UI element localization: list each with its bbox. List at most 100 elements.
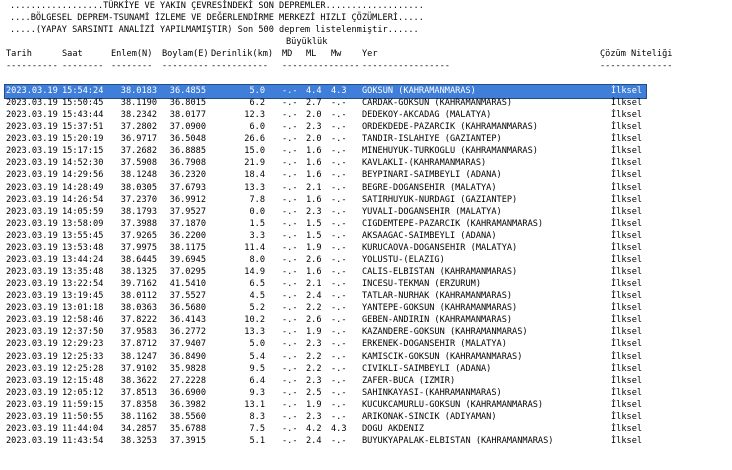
cell-location: YUVALI-DOGANSEHIR (MALATYA)	[362, 207, 502, 217]
cell-ml: 2.3	[306, 339, 322, 349]
cell-ml: 2.5	[306, 388, 322, 398]
cell-md: -.-	[282, 388, 298, 398]
cell-depth: 13.3	[244, 327, 265, 337]
cell-lon: 36.5048	[169, 134, 206, 144]
cell-lat: 38.1793	[120, 207, 157, 217]
cell-time: 14:52:30	[62, 158, 104, 168]
dash-lon: ---------	[162, 61, 209, 71]
table-row[interactable]: 2023.03.19 11:43:54 38.3253 37.3915 5.1 -.- 2.…	[0, 435, 732, 448]
cell-lat: 38.3253	[120, 436, 157, 446]
cell-solution: İlksel	[611, 436, 643, 446]
cell-ml: 2.2	[306, 352, 322, 362]
cell-lon: 36.7908	[169, 158, 206, 168]
table-row[interactable]: 2023.03.19 12:29:23 37.8712 37.9407 5.0 -.- 2.…	[0, 338, 732, 351]
cell-lon: 37.3915	[169, 436, 206, 446]
cell-ml: 1.5	[306, 219, 322, 229]
cell-lon: 38.0177	[169, 110, 206, 120]
cell-md: -.-	[282, 255, 298, 265]
cell-location: SAHINKAYASI-(KAHRAMANMARAS)	[362, 388, 502, 398]
cell-time: 12:29:23	[62, 339, 104, 349]
cell-ml: 1.9	[306, 327, 322, 337]
cell-solution: İlksel	[611, 183, 643, 193]
cell-lon: 36.6900	[169, 388, 206, 398]
cell-location: BEYPINARI-SAIMBEYLI (ADANA)	[362, 170, 502, 180]
cell-date: 2023.03.19	[6, 231, 58, 241]
table-row[interactable]: 2023.03.19 14:29:56 38.1248 36.2320 18.4 -.- 1…	[0, 169, 732, 182]
cell-date: 2023.03.19	[6, 400, 58, 410]
cell-depth: 5.1	[249, 436, 265, 446]
cell-solution: İlksel	[611, 146, 643, 156]
cell-ml: 1.6	[306, 170, 322, 180]
cell-time: 13:55:45	[62, 231, 104, 241]
cell-lon: 37.9407	[169, 339, 206, 349]
cell-md: -.-	[282, 243, 298, 253]
cell-depth: 18.4	[244, 170, 265, 180]
cell-date: 2023.03.19	[6, 110, 58, 120]
cell-solution: İlksel	[611, 339, 643, 349]
cell-md: -.-	[282, 146, 298, 156]
cell-depth: 8.0	[249, 255, 265, 265]
cell-depth: 26.6	[244, 134, 265, 144]
cell-location: BUYUKYAPALAK-ELBISTAN (KAHRAMANMARAS)	[362, 436, 554, 446]
cell-md: -.-	[282, 219, 298, 229]
cell-ml: 1.5	[306, 231, 322, 241]
cell-mw: -.-	[331, 134, 347, 144]
cell-mw: -.-	[331, 315, 347, 325]
cell-mw: -.-	[331, 267, 347, 277]
cell-depth: 14.9	[244, 267, 265, 277]
cell-date: 2023.03.19	[6, 267, 58, 277]
cell-solution: İlksel	[611, 231, 643, 241]
col-location: Yer	[362, 49, 378, 59]
cell-mw: -.-	[331, 195, 347, 205]
cell-time: 12:25:28	[62, 364, 104, 374]
cell-lon: 36.8015	[169, 98, 206, 108]
cell-lat: 37.9583	[120, 327, 157, 337]
cell-time: 12:37:50	[62, 327, 104, 337]
col-mw: Mw	[331, 49, 342, 59]
cell-md: -.-	[282, 400, 298, 410]
cell-date: 2023.03.19	[6, 183, 58, 193]
cell-mw: 4.3	[331, 424, 347, 434]
cell-lon: 36.8490	[169, 352, 206, 362]
cell-location: GEBEN-ANDIRIN (KAHRAMANMARAS)	[362, 315, 513, 325]
dash-depth: -----------	[211, 61, 268, 71]
cell-time: 11:44:04	[62, 424, 104, 434]
cell-depth: 11.4	[244, 243, 265, 253]
cell-mw: -.-	[331, 327, 347, 337]
cell-location: YANTEPE-GOKSUN (KAHRAMANMARAS)	[362, 303, 518, 313]
cell-lon: 36.4143	[169, 315, 206, 325]
cell-depth: 21.9	[244, 158, 265, 168]
col-lon: Boylam(E)	[162, 49, 209, 59]
cell-ml: 1.6	[306, 195, 322, 205]
cell-lat: 37.8222	[120, 315, 157, 325]
cell-location: CIGDEMTEPE-PAZARCIK (KAHRAMANMARAS)	[362, 219, 544, 229]
cell-date: 2023.03.19	[6, 388, 58, 398]
cell-date: 2023.03.19	[6, 291, 58, 301]
cell-ml: 2.0	[306, 110, 322, 120]
cell-lon: 36.5680	[169, 303, 206, 313]
cell-time: 14:29:56	[62, 170, 104, 180]
magnitude-group-label: Büyüklük	[286, 37, 328, 47]
cell-lat: 37.9975	[120, 243, 157, 253]
cell-time: 11:43:54	[62, 436, 104, 446]
cell-ml: 2.4	[306, 291, 322, 301]
col-time: Saat	[62, 49, 83, 59]
dash-magnitude: ---------------	[282, 61, 360, 71]
cell-date: 2023.03.19	[6, 86, 58, 96]
cell-lat: 37.9265	[120, 231, 157, 241]
cell-solution: İlksel	[611, 267, 643, 277]
cell-lat: 38.1248	[120, 170, 157, 180]
cell-mw: -.-	[331, 243, 347, 253]
cell-date: 2023.03.19	[6, 279, 58, 289]
cell-mw: -.-	[331, 158, 347, 168]
cell-location: DOGU AKDENIZ	[362, 424, 425, 434]
cell-mw: -.-	[331, 98, 347, 108]
cell-lat: 37.2682	[120, 146, 157, 156]
cell-depth: 1.5	[249, 219, 265, 229]
col-solution: Çözüm Niteliği	[600, 49, 673, 59]
cell-ml: 2.1	[306, 183, 322, 193]
cell-ml: 2.3	[306, 207, 322, 217]
cell-lat: 37.9102	[120, 364, 157, 374]
cell-time: 15:17:15	[62, 146, 104, 156]
cell-solution: İlksel	[611, 352, 643, 362]
